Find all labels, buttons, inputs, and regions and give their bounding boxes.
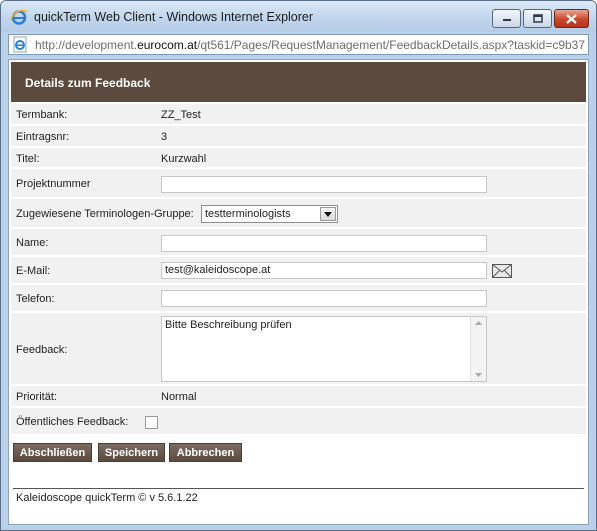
ie-logo-icon	[10, 9, 28, 25]
prioritaet-value: Normal	[161, 391, 197, 403]
close-button[interactable]	[554, 9, 589, 28]
row-feedback: Feedback: Bitte Beschreibung prüfen	[11, 313, 586, 386]
row-oeffentlich: Öffentliches Feedback:	[11, 408, 586, 436]
row-titel: Titel: Kurzwahl	[11, 148, 586, 169]
page-content: Details zum Feedback Termbank: ZZ_Test E…	[8, 59, 589, 525]
termbank-label: Termbank:	[16, 109, 68, 121]
email-label: E-Mail:	[16, 265, 51, 277]
footer-divider	[13, 488, 584, 489]
save-button[interactable]: Speichern	[98, 443, 165, 462]
envelope-icon[interactable]	[492, 264, 512, 278]
row-gruppe: Zugewiesene Terminologen-Gruppe: testter…	[11, 199, 586, 229]
feedback-scrollbar[interactable]	[470, 317, 486, 381]
row-eintragsnr: Eintragsnr: 3	[11, 126, 586, 148]
maximize-icon	[532, 14, 543, 23]
feedback-label: Feedback:	[16, 344, 68, 356]
gruppe-selected-value: testterminologists	[205, 208, 291, 220]
footer-version: Kaleidoscope quickTerm © v 5.6.1.22	[16, 492, 198, 504]
feedback-textarea[interactable]: Bitte Beschreibung prüfen	[161, 316, 487, 382]
window-title: quickTerm Web Client - Windows Internet …	[34, 10, 314, 24]
page-title: Details zum Feedback	[25, 76, 151, 90]
titel-label: Titel:	[16, 153, 40, 165]
prioritaet-label: Priorität:	[16, 391, 57, 403]
gruppe-label: Zugewiesene Terminologen-Gruppe:	[16, 208, 194, 220]
row-telefon: Telefon:	[11, 285, 586, 313]
scroll-down-icon[interactable]	[475, 373, 482, 377]
address-bar[interactable]: http://development.eurocom.at/qt561/Page…	[8, 34, 589, 55]
email-input[interactable]: test@kaleidoscope.at	[161, 262, 487, 279]
dropdown-button[interactable]	[320, 207, 336, 221]
projektnummer-input[interactable]	[161, 176, 487, 193]
titel-value: Kurzwahl	[161, 153, 207, 165]
ie-page-icon	[13, 36, 27, 53]
row-projektnummer: Projektnummer	[11, 169, 586, 199]
name-label: Name:	[16, 237, 49, 249]
maximize-button[interactable]	[523, 9, 552, 28]
oeffentlich-label: Öffentliches Feedback:	[16, 416, 129, 428]
row-prioritaet: Priorität: Normal	[11, 386, 586, 408]
url-domain: eurocom.at	[137, 38, 198, 52]
row-name: Name:	[11, 229, 586, 257]
eintragsnr-value: 3	[161, 131, 168, 143]
cancel-button[interactable]: Abbrechen	[169, 443, 242, 462]
name-input[interactable]	[161, 235, 487, 252]
termbank-value: ZZ_Test	[161, 109, 201, 121]
gruppe-select[interactable]: testterminologists	[201, 205, 338, 223]
url-text: http://development.eurocom.at/qt561/Page…	[35, 38, 586, 52]
telefon-label: Telefon:	[16, 293, 55, 305]
browser-window: quickTerm Web Client - Windows Internet …	[0, 0, 597, 531]
projektnummer-label: Projektnummer	[16, 178, 91, 190]
abschliessen-button[interactable]: Abschließen	[13, 443, 92, 462]
minimize-icon	[502, 18, 511, 21]
eintragsnr-label: Eintragsnr:	[16, 131, 70, 143]
telefon-input[interactable]	[161, 290, 487, 307]
minimize-button[interactable]	[492, 9, 521, 28]
title-bar[interactable]: quickTerm Web Client - Windows Internet …	[1, 1, 596, 32]
feedback-text: Bitte Beschreibung prüfen	[165, 319, 292, 331]
scroll-up-icon[interactable]	[475, 321, 482, 325]
oeffentlich-checkbox[interactable]	[145, 416, 158, 429]
row-termbank: Termbank: ZZ_Test	[11, 104, 586, 126]
page-header: Details zum Feedback	[11, 62, 586, 102]
row-email: E-Mail: test@kaleidoscope.at	[11, 257, 586, 285]
close-icon	[566, 13, 577, 24]
chevron-down-icon	[324, 211, 332, 217]
